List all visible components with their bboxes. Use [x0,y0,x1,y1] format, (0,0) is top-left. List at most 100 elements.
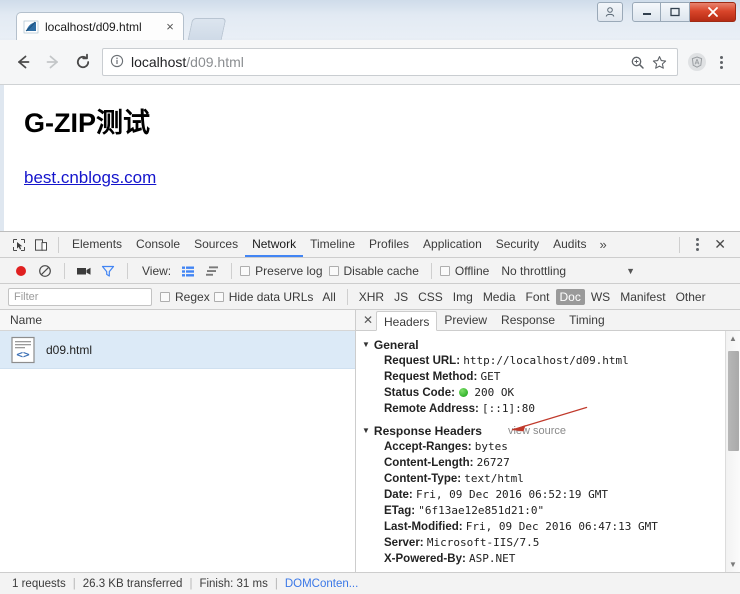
device-toolbar-icon[interactable] [30,235,52,255]
header-value: text/html [464,472,524,485]
filter-type-manifest[interactable]: Manifest [616,289,669,305]
filter-type-doc[interactable]: Doc [555,288,585,305]
devtools-tab-security[interactable]: Security [489,232,546,257]
address-bar[interactable]: localhost/d09.html [102,48,678,76]
devtools-tab-elements[interactable]: Elements [65,232,129,257]
inspect-element-icon[interactable] [8,235,30,255]
bookmark-star-icon[interactable] [648,55,670,70]
request-list-pane: Name <> d09.html [0,310,356,572]
reload-button[interactable] [68,47,98,77]
filter-type-css[interactable]: CSS [414,289,447,305]
forward-button[interactable] [38,47,68,77]
devtools-menu-icon[interactable] [686,238,708,251]
new-tab-button[interactable] [187,18,227,40]
checkbox-box [160,291,170,302]
detail-scrollbar[interactable]: ▲ ▼ [725,331,740,572]
view-source-link[interactable]: view source [508,423,566,439]
scrollbar-thumb[interactable] [727,351,739,451]
tab-close-icon[interactable]: × [163,19,177,34]
throttling-select[interactable]: No throttling [501,264,566,278]
devtools-tab-sources[interactable]: Sources [187,232,245,257]
page-link[interactable]: best.cnblogs.com [24,168,156,188]
detail-tab-headers[interactable]: Headers [376,310,438,331]
detail-close-icon[interactable]: ✕ [360,313,376,327]
header-row: Request Method: GET [362,369,740,385]
divider [679,236,681,253]
waterfall-view-button[interactable] [201,261,223,281]
list-view-button[interactable] [177,261,199,281]
filter-input[interactable]: Filter [8,287,152,306]
devtools-close-icon[interactable]: ✕ [708,236,732,253]
scrollbar-track[interactable] [726,346,740,557]
status-ok-icon [459,388,469,397]
detail-tab-preview[interactable]: Preview [437,310,494,330]
filter-type-img[interactable]: Img [449,289,477,305]
detail-tab-response[interactable]: Response [494,310,562,330]
header-value: GET [480,370,501,383]
devtools-more-tabs-icon[interactable]: » [593,237,612,252]
filter-type-font[interactable]: Font [522,289,554,305]
devtools-tab-application[interactable]: Application [416,232,489,257]
checkbox-box [439,265,450,276]
scroll-up-icon[interactable]: ▲ [726,331,740,346]
header-row: Server: Microsoft-IIS/7.5 [362,535,740,551]
regex-checkbox[interactable]: Regex [160,290,210,304]
headers-content: ▼ General Request URL: http://localhost/… [356,331,740,572]
filter-type-xhr[interactable]: XHR [355,289,388,305]
devtools-tab-timeline[interactable]: Timeline [303,232,362,257]
browser-toolbar: localhost/d09.html [0,40,740,85]
network-filter-bar: Filter Regex Hide data URLs All XHR JS C… [0,284,740,310]
url-path: /d09.html [186,54,244,70]
request-list: <> d09.html [0,331,355,572]
devtools-tab-profiles[interactable]: Profiles [362,232,416,257]
header-value: Fri, 09 Dec 2016 06:47:13 GMT [465,520,658,533]
header-row: X-Powered-By: ASP.NET [362,551,740,567]
separator: | [72,577,76,590]
chrome-menu-icon[interactable] [710,55,732,69]
disable-cache-checkbox[interactable]: Disable cache [328,264,419,278]
header-key: Content-Length: [384,457,474,469]
hide-data-urls-checkbox[interactable]: Hide data URLs [213,290,313,304]
camera-button[interactable] [73,261,95,281]
devtools-tab-network[interactable]: Network [245,232,303,257]
header-key: ETag: [384,505,416,517]
filter-type-all[interactable]: All [318,289,339,305]
url-host: localhost [131,54,187,70]
browser-window: localhost/d09.html × localhost/d09.html … [0,0,740,594]
detail-tab-timing[interactable]: Timing [562,310,612,330]
offline-checkbox[interactable]: Offline [439,264,489,278]
browser-tab[interactable]: localhost/d09.html × [16,12,184,40]
site-info-icon[interactable] [110,54,124,71]
back-button[interactable] [8,47,38,77]
header-key: Request URL: [384,355,461,367]
header-row-content-length: Content-Length: 26727 [362,455,740,471]
filter-funnel-button[interactable] [97,261,119,281]
clear-button[interactable] [34,261,56,281]
devtools-tab-audits[interactable]: Audits [546,232,593,257]
filter-type-media[interactable]: Media [479,289,520,305]
request-detail-pane: ✕ Headers Preview Response Timing ▼ Gene… [356,310,740,572]
table-row[interactable]: <> d09.html [0,331,355,369]
record-button[interactable] [10,261,32,281]
general-section-title[interactable]: ▼ General [362,337,740,353]
request-column-header[interactable]: Name [0,310,355,331]
filter-type-other[interactable]: Other [672,289,710,305]
preserve-log-checkbox[interactable]: Preserve log [240,264,323,278]
response-headers-section-title[interactable]: ▼ Response Headers view source [362,423,740,439]
page-viewport: G-ZIP测试 best.cnblogs.com [0,85,740,231]
filter-type-js[interactable]: JS [390,289,412,305]
angular-extension-icon[interactable] [688,53,706,71]
chevron-down-icon[interactable]: ▼ [626,266,635,276]
header-key: Server: [384,537,424,549]
devtools-tabbar: Elements Console Sources Network Timelin… [0,232,740,258]
devtools-tab-console[interactable]: Console [129,232,187,257]
transferred-size: 26.3 KB transferred [82,577,183,590]
filter-type-ws[interactable]: WS [587,289,614,305]
header-key: Accept-Ranges: [384,441,472,453]
scroll-down-icon[interactable]: ▼ [726,557,740,572]
header-value: "6f13ae12e851d21:0" [418,504,545,517]
header-key: Remote Address: [384,403,479,415]
search-zoom-icon[interactable] [626,55,648,70]
forward-arrow-icon [46,55,58,69]
divider [127,262,128,279]
